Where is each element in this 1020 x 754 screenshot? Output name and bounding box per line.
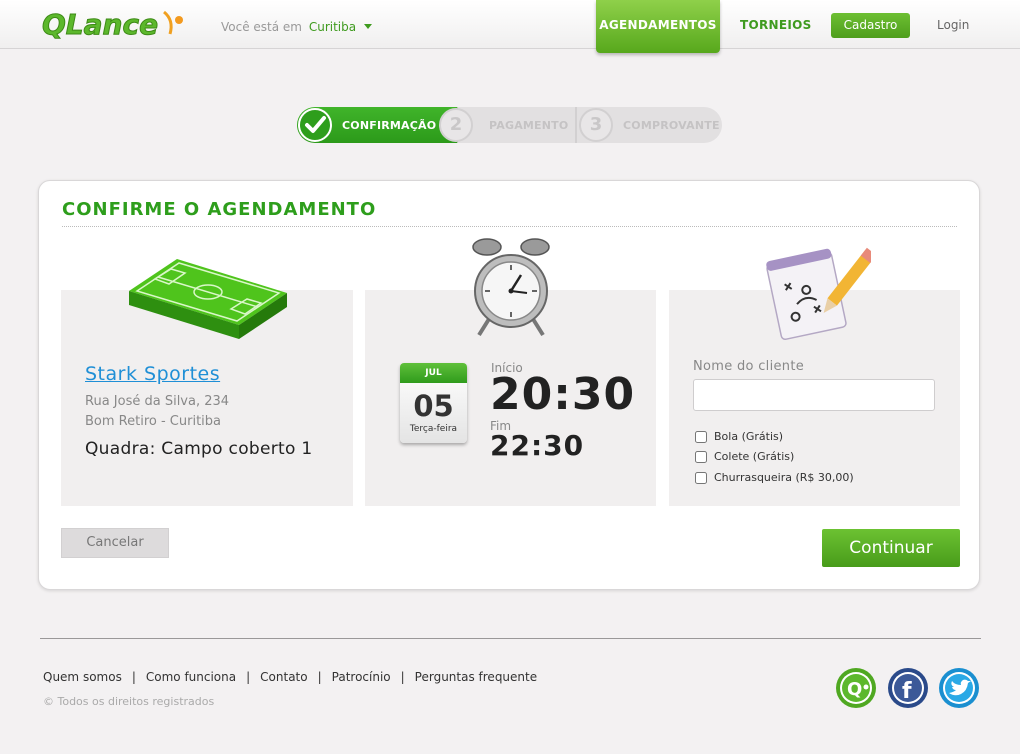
check-icon (298, 108, 332, 142)
venue-address-line2: Bom Retiro - Curitiba (85, 414, 221, 429)
calendar-day: 05 (413, 389, 454, 423)
footer-link-patrocinio[interactable]: Patrocínio (332, 670, 391, 684)
footer-divider (40, 638, 981, 639)
footer-separator: | (131, 670, 136, 684)
svg-text:QLance: QLance (42, 8, 158, 41)
twitter-icon[interactable] (938, 667, 980, 709)
step-number-3: 3 (579, 108, 613, 142)
option-churrasqueira[interactable]: Churrasqueira (R$ 30,00) (695, 471, 854, 484)
svg-text:f: f (902, 679, 912, 704)
option-churrasqueira-checkbox[interactable] (695, 471, 707, 484)
svg-text:Q: Q (847, 679, 862, 700)
location-selector[interactable]: Você está em Curitiba (221, 20, 372, 34)
option-churrasqueira-label: Churrasqueira (R$ 30,00) (714, 471, 854, 484)
option-bola[interactable]: Bola (Grátis) (695, 430, 783, 443)
alarm-clock-icon (472, 238, 550, 337)
calendar-weekday: Terça-feira (409, 424, 458, 434)
location-city[interactable]: Curitiba (309, 20, 356, 34)
calendar-month: JUL (400, 363, 467, 383)
venue-name-link[interactable]: Stark Sportes (85, 363, 220, 385)
tactics-pad-icon (766, 247, 871, 341)
footer-link-contato[interactable]: Contato (260, 670, 307, 684)
option-colete-checkbox[interactable] (695, 450, 707, 463)
qlance-logo[interactable]: QLance (40, 4, 188, 44)
option-bola-checkbox[interactable] (695, 430, 707, 443)
chevron-down-icon[interactable] (363, 24, 372, 29)
step-label-comprovante: COMPROVANTE (623, 119, 720, 132)
qlance-icon[interactable]: Q (835, 667, 877, 709)
footer-separator: | (246, 670, 251, 684)
venue-address-line1: Rua José da Silva, 234 (85, 394, 230, 409)
step-separator (575, 107, 577, 143)
venue-court: Quadra: Campo coberto 1 (85, 439, 313, 459)
step-number-2: 2 (439, 108, 473, 142)
nav-torneios[interactable]: TORNEIOS (740, 18, 812, 32)
step-label-pagamento: PAGAMENTO (489, 119, 569, 132)
option-colete[interactable]: Colete (Grátis) (695, 450, 794, 463)
nav-agendamentos[interactable]: AGENDAMENTOS (596, 0, 720, 53)
footer-links: Quem somos | Como funciona | Contato | P… (43, 670, 537, 684)
start-time: 20:30 (490, 369, 636, 420)
footer-separator: | (400, 670, 405, 684)
location-prefix: Você está em (221, 20, 302, 34)
title-divider (62, 226, 957, 227)
footer-link-como-funciona[interactable]: Como funciona (146, 670, 236, 684)
cancel-button[interactable]: Cancelar (61, 528, 169, 558)
client-name-label: Nome do cliente (693, 359, 805, 374)
soccer-field-icon (129, 259, 287, 339)
end-time: 22:30 (490, 429, 585, 462)
option-bola-label: Bola (Grátis) (714, 430, 784, 443)
option-colete-label: Colete (Grátis) (714, 450, 795, 463)
step-label-confirmacao: CONFIRMAÇÃO (342, 119, 437, 132)
copyright-text: © Todos os direitos registrados (43, 695, 215, 708)
client-name-input[interactable] (693, 379, 935, 411)
calendar-badge: JUL 05 Terça-feira (400, 363, 467, 443)
progress-stepper: CONFIRMAÇÃO 2 PAGAMENTO 3 COMPROVANTE (297, 107, 722, 143)
top-header: QLance Você está em Curitiba AGENDAMENTO… (0, 0, 1020, 53)
login-link[interactable]: Login (937, 18, 969, 32)
footer-link-quem-somos[interactable]: Quem somos (43, 670, 122, 684)
page-title: CONFIRME O AGENDAMENTO (62, 199, 377, 220)
booking-card: CONFIRME O AGENDAMENTO Stark Sportes Rua… (38, 180, 980, 590)
continue-button[interactable]: Continuar (822, 529, 960, 567)
footer-separator: | (317, 670, 322, 684)
facebook-icon[interactable]: f (887, 667, 929, 709)
footer-link-perguntas[interactable]: Perguntas frequente (415, 670, 537, 684)
cadastro-button[interactable]: Cadastro (831, 13, 910, 38)
